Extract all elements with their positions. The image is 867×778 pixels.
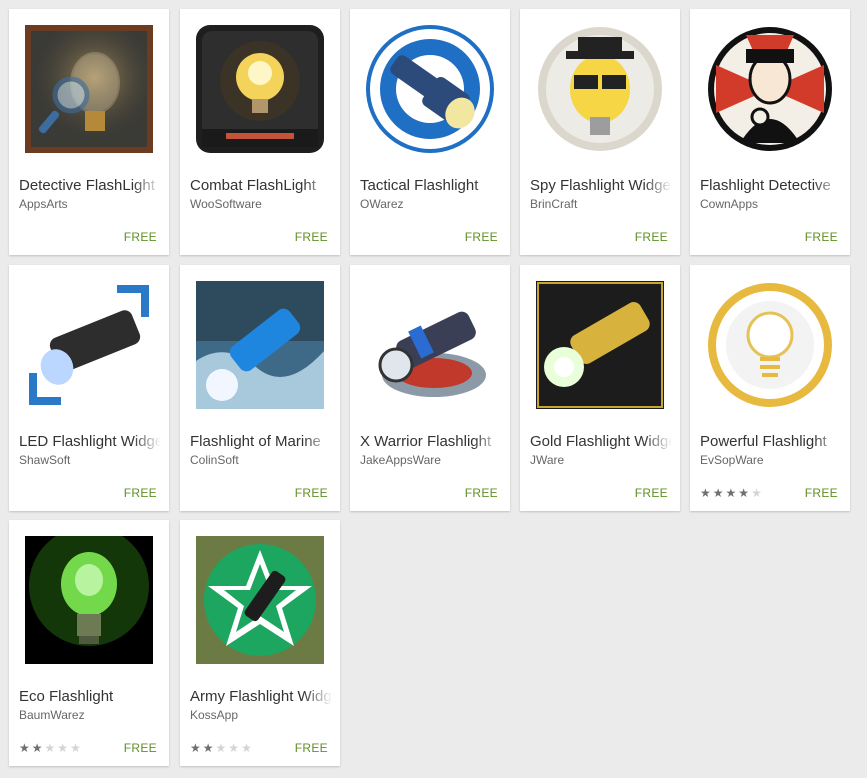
app-card[interactable]: Flashlight Detective CownApps FREE <box>690 9 850 255</box>
led-flashlight-icon[interactable] <box>25 281 153 409</box>
app-card[interactable]: Eco Flashlight BaumWarez ★★★★★ FREE <box>9 520 169 766</box>
app-developer[interactable]: OWarez <box>360 197 502 211</box>
star-icon: ★ <box>57 741 71 755</box>
price-label: FREE <box>804 486 838 500</box>
app-developer[interactable]: EvSopWare <box>700 453 842 467</box>
price-label: FREE <box>294 741 328 755</box>
star-icon: ★ <box>712 486 726 500</box>
price-label: FREE <box>464 230 498 244</box>
app-card[interactable]: Combat FlashLight WooSoftware FREE <box>180 9 340 255</box>
app-card[interactable]: Gold Flashlight Widget JWare FREE <box>520 265 680 511</box>
price-label: FREE <box>464 486 498 500</box>
star-icon: ★ <box>190 741 203 755</box>
combat-lightbulb-icon[interactable] <box>196 25 324 153</box>
app-card[interactable]: Spy Flashlight Widget BrinCraft FREE <box>520 9 680 255</box>
app-developer[interactable]: BrinCraft <box>530 197 672 211</box>
price-label: FREE <box>634 486 668 500</box>
app-card[interactable]: Flashlight of Marine ColinSoft FREE <box>180 265 340 511</box>
app-developer[interactable]: CownApps <box>700 197 842 211</box>
tactical-flashlight-icon[interactable] <box>366 25 494 153</box>
app-title[interactable]: Spy Flashlight Widget <box>530 177 672 194</box>
star-icon: ★ <box>70 741 83 755</box>
star-rating: ★★★★★ <box>190 742 254 754</box>
app-title[interactable]: Powerful Flashlight <box>700 433 842 450</box>
app-title[interactable]: Combat FlashLight <box>190 177 332 194</box>
app-developer[interactable]: WooSoftware <box>190 197 332 211</box>
app-card[interactable]: Army Flashlight Widget KossApp ★★★★★ FREE <box>180 520 340 766</box>
star-icon: ★ <box>751 486 764 500</box>
app-title[interactable]: Gold Flashlight Widget <box>530 433 672 450</box>
star-icon: ★ <box>44 741 58 755</box>
price-label: FREE <box>123 741 157 755</box>
app-title[interactable]: Flashlight Detective <box>700 177 842 194</box>
star-icon: ★ <box>202 741 216 755</box>
app-title[interactable]: Eco Flashlight <box>19 688 161 705</box>
detective-lightbulb-magnifier-icon[interactable] <box>25 25 153 153</box>
star-icon: ★ <box>215 741 229 755</box>
marine-flashlight-icon[interactable] <box>196 281 324 409</box>
price-label: FREE <box>123 230 157 244</box>
gold-flashlight-icon[interactable] <box>536 281 664 409</box>
price-label: FREE <box>294 486 328 500</box>
app-title[interactable]: LED Flashlight Widget <box>19 433 161 450</box>
app-grid: Detective FlashLight AppsArts FREE Combat F… <box>0 0 867 778</box>
app-developer[interactable]: JakeAppsWare <box>360 453 502 467</box>
app-developer[interactable]: ShawSoft <box>19 453 161 467</box>
app-developer[interactable]: KossApp <box>190 708 332 722</box>
app-title[interactable]: Tactical Flashlight <box>360 177 502 194</box>
app-title[interactable]: X Warrior Flashlight <box>360 433 502 450</box>
army-star-flashlight-icon[interactable] <box>196 536 324 664</box>
star-icon: ★ <box>700 486 713 500</box>
app-developer[interactable]: BaumWarez <box>19 708 161 722</box>
app-developer[interactable]: AppsArts <box>19 197 161 211</box>
warrior-flashlight-icon[interactable] <box>366 281 494 409</box>
price-label: FREE <box>804 230 838 244</box>
price-label: FREE <box>294 230 328 244</box>
star-icon: ★ <box>241 741 254 755</box>
eco-green-lightbulb-icon[interactable] <box>25 536 153 664</box>
detective-policeman-icon[interactable] <box>706 25 834 153</box>
app-card[interactable]: Tactical Flashlight OWarez FREE <box>350 9 510 255</box>
app-card[interactable]: LED Flashlight Widget ShawSoft FREE <box>9 265 169 511</box>
star-icon: ★ <box>725 486 739 500</box>
spy-lightbulb-icon[interactable] <box>536 25 664 153</box>
app-developer[interactable]: ColinSoft <box>190 453 332 467</box>
app-card[interactable]: X Warrior Flashlight JakeAppsWare FREE <box>350 265 510 511</box>
star-icon: ★ <box>31 741 45 755</box>
star-icon: ★ <box>228 741 242 755</box>
star-rating: ★★★★★ <box>700 487 764 499</box>
app-developer[interactable]: JWare <box>530 453 672 467</box>
app-card[interactable]: Detective FlashLight AppsArts FREE <box>9 9 169 255</box>
price-label: FREE <box>634 230 668 244</box>
star-icon: ★ <box>738 486 752 500</box>
app-card[interactable]: Powerful Flashlight EvSopWare ★★★★★ FREE <box>690 265 850 511</box>
powerful-lightbulb-icon[interactable] <box>706 281 834 409</box>
app-title[interactable]: Army Flashlight Widget <box>190 688 332 705</box>
app-title[interactable]: Flashlight of Marine <box>190 433 332 450</box>
app-title[interactable]: Detective FlashLight <box>19 177 161 194</box>
star-rating: ★★★★★ <box>19 742 83 754</box>
star-icon: ★ <box>19 741 32 755</box>
price-label: FREE <box>123 486 157 500</box>
